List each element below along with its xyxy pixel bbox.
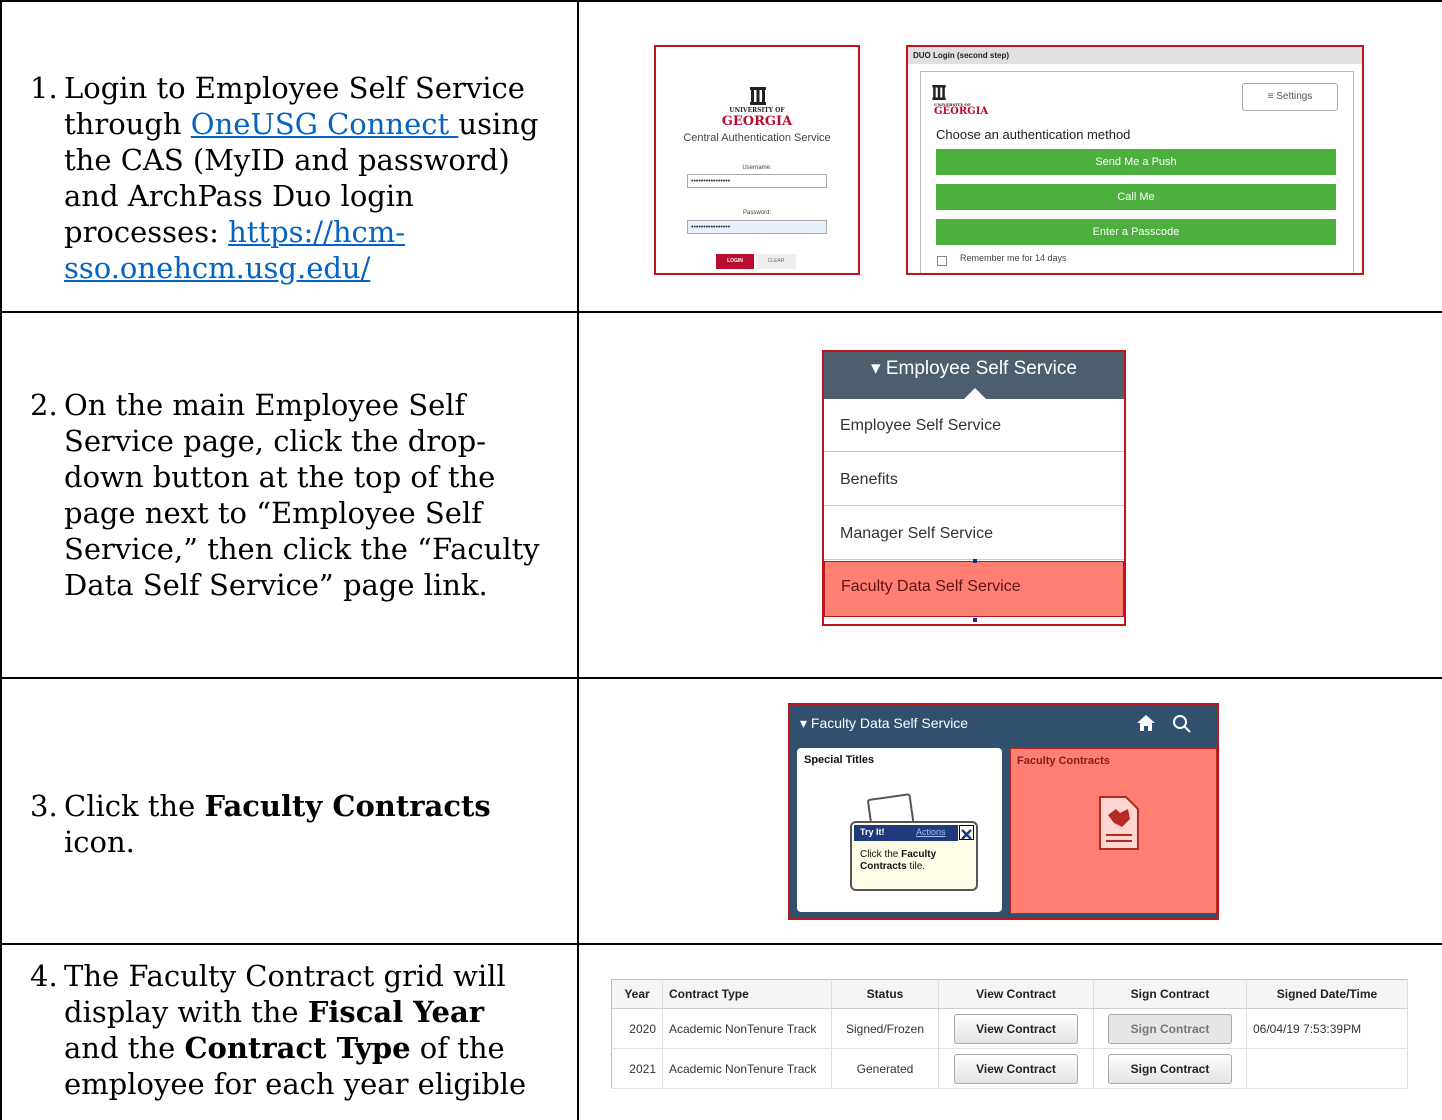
cell-contract-type: Academic NonTenure Track [662,1008,832,1049]
col-header-status: Status [831,979,939,1009]
selection-handle [973,559,977,563]
col-header-view-contract: View Contract [938,979,1094,1009]
table-row-divider [0,311,1442,313]
selection-handle [973,618,977,622]
cell-contract-type: Academic NonTenure Track [662,1048,832,1089]
cell-view: View Contract [938,1008,1094,1049]
cell-year: 2020 [611,1008,663,1049]
step-1-text: 1. Login to Employee Self Service throug… [30,70,540,286]
menu-item-faculty-data-self-service[interactable]: Faculty Data Self Service [824,561,1124,617]
cas-service-title: Central Authentication Service [683,132,831,144]
sign-contract-button-disabled: Sign Contract [1108,1013,1232,1044]
dropdown-pointer [964,388,986,399]
col-header-year: Year [611,979,663,1009]
step-bold-text: Fiscal Year [307,995,485,1029]
close-icon[interactable] [959,825,974,840]
home-icon[interactable] [1136,714,1156,732]
tile-title: Special Titles [804,754,875,766]
table-row-divider [0,943,1442,945]
grid-header-row: Year Contract Type Status View Contract … [611,979,1408,1009]
tooltip-text-part: tile. [906,861,926,872]
col-header-sign-contract: Sign Contract [1093,979,1247,1009]
enter-passcode-button[interactable]: Enter a Passcode [936,219,1336,245]
username-input[interactable]: •••••••••••••••• [687,174,827,188]
remember-label: Remember me for 14 days [960,253,1067,263]
duo-login-screenshot: DUO Login (second step) UNIVERSITY OF GE… [906,45,1364,275]
menu-item-employee-self-service[interactable]: Employee Self Service [824,399,1124,452]
contract-handshake-icon [1096,795,1140,851]
uga-arch-icon [932,85,946,100]
tooltip-bubble: Try It! Actions Click the Faculty Contra… [850,821,978,891]
view-contract-button[interactable]: View Contract [954,1053,1078,1084]
cell-status: Signed/Frozen [831,1008,939,1049]
cell-signed-date: 06/04/19 7:53:39PM [1246,1008,1408,1049]
uga-logo-line2: GEORGIA [721,114,793,129]
fds-header-title[interactable]: ▾ Faculty Data Self Service [800,715,968,732]
step-2-text: 2. On the main Employee Self Service pag… [30,387,540,603]
cell-signed-date [1246,1048,1408,1089]
call-me-button[interactable]: Call Me [936,184,1336,210]
view-contract-button[interactable]: View Contract [954,1013,1078,1044]
uga-logo-line1: UNIVERSITY OF [729,107,785,114]
step-text: and the [64,1031,185,1065]
cas-clear-button[interactable]: CLEAR [756,254,796,269]
table-border-top [0,0,1442,2]
tooltip-actions-link[interactable]: Actions [916,827,946,837]
step-text: On the main Employee Self Service page, … [64,388,540,602]
step-bold-text: Faculty Contracts [204,789,491,823]
faculty-data-self-service-screenshot: ▾ Faculty Data Self Service Special Titl… [788,703,1219,920]
step-bold-text: Contract Type [184,1031,411,1065]
step-text: Click the [64,789,205,823]
search-icon[interactable] [1172,714,1192,734]
uga-arch-icon [750,87,766,105]
cas-login-screenshot: UNIVERSITY OF GEORGIA Central Authentica… [654,45,860,275]
step-number: 4. [30,959,58,993]
step-4-text: 4. The Faculty Contract grid will displa… [30,958,540,1102]
send-push-button[interactable]: Send Me a Push [936,149,1336,175]
faculty-contract-grid: Year Contract Type Status View Contract … [611,979,1408,1089]
username-label: Username: [742,165,772,171]
sign-contract-button[interactable]: Sign Contract [1108,1053,1232,1084]
oneusg-connect-link[interactable]: OneUSG Connect [191,107,459,141]
cell-year: 2021 [611,1048,663,1089]
tile-title: Faculty Contracts [1017,755,1110,767]
password-input[interactable]: •••••••••••••••• [687,220,827,234]
step-3-text: 3. Click the Faculty Contracts icon. [30,788,540,860]
remember-checkbox[interactable] [937,256,947,266]
uga-logo-line2: GEORGIA [934,106,989,117]
try-it-label: Try It! [860,827,885,837]
col-header-contract-type: Contract Type [662,979,832,1009]
table-border-left [0,0,2,1120]
step-number: 2. [30,388,58,422]
table-row: 2021 Academic NonTenure Track Generated … [611,1048,1408,1089]
duo-settings-button[interactable]: ≡ Settings [1242,83,1338,111]
col-header-signed-date: Signed Date/Time [1246,979,1408,1009]
tooltip-header: Try It! Actions [854,825,958,841]
step-number: 3. [30,789,58,823]
duo-header: DUO Login (second step) [908,47,1362,64]
tooltip-text: Click the Faculty Contracts tile. [860,849,970,873]
table-row-divider [0,677,1442,679]
menu-item-benefits[interactable]: Benefits [824,453,1124,506]
cell-view: View Contract [938,1048,1094,1089]
menu-item-manager-self-service[interactable]: Manager Self Service [824,507,1124,560]
cas-login-button[interactable]: LOGIN [716,254,754,269]
cell-sign: Sign Contract [1093,1048,1247,1089]
duo-prompt: Choose an authentication method [936,127,1131,142]
tooltip-text-part: Click the [860,849,902,860]
password-label: Password: [742,210,771,216]
cell-status: Generated [831,1048,939,1089]
step-text: icon. [64,825,135,859]
table-column-divider [577,0,579,1120]
faculty-contracts-tile[interactable]: Faculty Contracts [1010,748,1217,914]
table-row: 2020 Academic NonTenure Track Signed/Fro… [611,1008,1408,1049]
cell-sign: Sign Contract [1093,1008,1247,1049]
step-number: 1. [30,71,58,105]
ess-dropdown-screenshot: ▾ Employee Self Service Employee Self Se… [822,350,1126,626]
